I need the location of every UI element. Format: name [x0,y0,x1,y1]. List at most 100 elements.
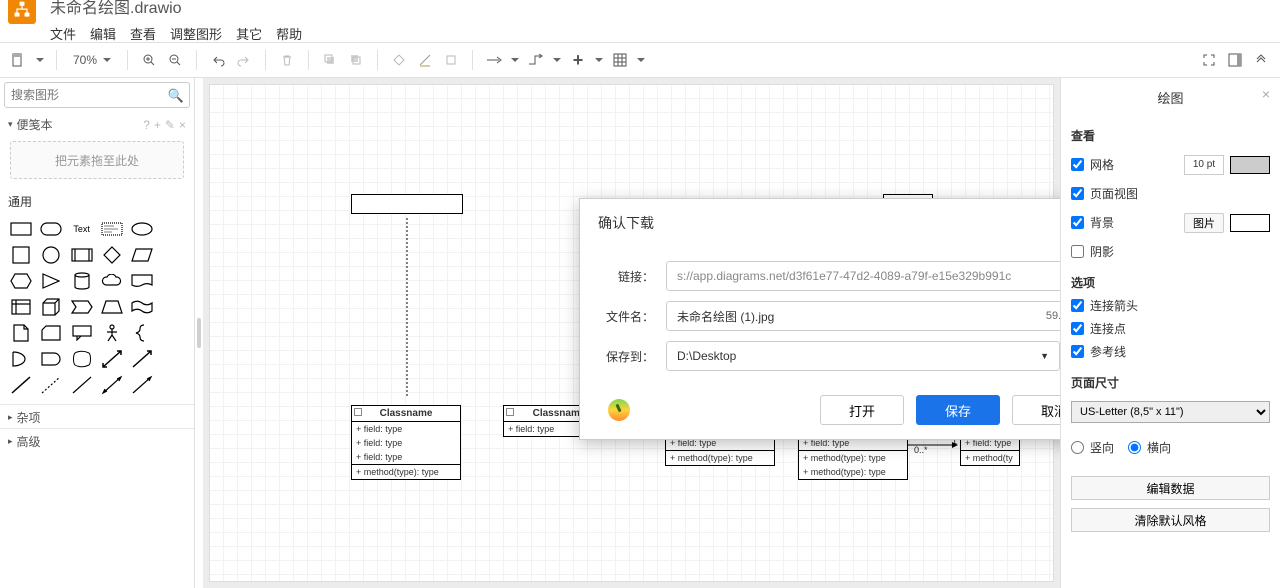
delete-icon[interactable] [278,51,296,69]
grid-color-swatch[interactable] [1230,156,1270,174]
line-color-icon[interactable] [416,51,434,69]
waypoint-icon[interactable] [527,51,545,69]
edit-data-button[interactable]: 编辑数据 [1071,476,1270,500]
shape-curly-brace[interactable] [129,322,155,344]
search-input[interactable] [4,82,190,108]
shape-parallelogram[interactable] [129,244,155,266]
zoom-dropdown[interactable] [103,58,111,62]
menu-file[interactable]: 文件 [50,24,76,43]
scratchpad-section[interactable]: ▾便笺本 ? + ✎ × [0,112,194,135]
menu-arrange[interactable]: 调整图形 [170,24,222,43]
shape-data-storage[interactable] [69,348,95,370]
zoom-in-icon[interactable] [140,51,158,69]
fill-color-icon[interactable] [390,51,408,69]
paper-size-select[interactable]: US-Letter (8,5" x 11") [1071,401,1270,423]
shape-actor[interactable] [99,322,125,344]
fullscreen-icon[interactable] [1200,51,1218,69]
conn-arrows-checkbox[interactable] [1071,299,1084,312]
guides-checkbox[interactable] [1071,345,1084,358]
to-front-icon[interactable] [321,51,339,69]
to-back-icon[interactable] [347,51,365,69]
menu-help[interactable]: 帮助 [276,24,302,43]
grid-size-input[interactable]: 10 pt [1184,155,1224,175]
shape-rect[interactable] [8,218,34,240]
undo-icon[interactable] [209,51,227,69]
zoom-out-icon[interactable] [166,51,184,69]
shape-note[interactable] [8,322,34,344]
shape-textbox[interactable] [99,218,125,240]
shape-diamond[interactable] [99,244,125,266]
uml-class-box[interactable]: Classname + field: type + field: type + … [351,405,461,480]
format-panel-icon[interactable] [1226,51,1244,69]
uml-class-box[interactable] [351,194,463,214]
shape-cylinder[interactable] [69,270,95,292]
shape-cube[interactable] [38,296,64,318]
shape-tape[interactable] [129,296,155,318]
shape-step[interactable] [69,296,95,318]
shape-round-rect[interactable] [38,218,64,240]
menu-edit[interactable]: 编辑 [90,24,116,43]
grid-checkbox[interactable] [1071,158,1084,171]
shape-document[interactable] [129,270,155,292]
shadow-checkbox[interactable] [1071,245,1084,258]
shape-card[interactable] [38,322,64,344]
sidebar-misc[interactable]: ▸杂项 [0,405,194,428]
shape-callout[interactable] [69,322,95,344]
shape-process[interactable] [69,244,95,266]
scratchpad-close-icon[interactable]: × [179,118,186,132]
waypoint-dropdown[interactable] [553,58,561,62]
shape-triangle[interactable] [38,270,64,292]
shape-arrow-thin[interactable] [129,374,155,396]
shape-circle[interactable] [38,244,64,266]
shape-or[interactable] [8,348,34,370]
menu-view[interactable]: 查看 [130,24,156,43]
shape-bidir-thin[interactable] [99,374,125,396]
collapse-icon[interactable] [1252,51,1270,69]
shape-and[interactable] [38,348,64,370]
sidebar-advanced[interactable]: ▸高级 [0,428,194,452]
shape-trapezoid[interactable] [99,296,125,318]
shape-ellipse[interactable] [129,218,155,240]
scratchpad-help-icon[interactable]: ? [143,118,150,132]
splitter[interactable] [195,78,203,588]
link-input[interactable]: s://app.diagrams.net/d3f61e77-47d2-4089-… [666,261,1060,291]
clear-style-button[interactable]: 清除默认风格 [1071,508,1270,532]
shape-cloud[interactable] [99,270,125,292]
filename-input[interactable]: 未命名绘图 (1).jpg 59.0 KB [666,301,1060,331]
open-button[interactable]: 打开 [820,395,904,425]
shape-hexagon[interactable] [8,270,34,292]
table-dropdown[interactable] [637,58,645,62]
portrait-radio[interactable] [1071,441,1084,454]
connection-dropdown[interactable] [511,58,519,62]
insert-icon[interactable]: + [569,51,587,69]
cancel-button[interactable]: 取消 [1012,395,1060,425]
conn-points-checkbox[interactable] [1071,322,1084,335]
scratchpad-edit-icon[interactable]: ✎ [165,118,175,132]
page-view-checkbox[interactable] [1071,187,1084,200]
shape-bidir-arrow[interactable] [99,348,125,370]
page-setup-dropdown[interactable] [36,58,44,62]
page-setup-icon[interactable] [10,51,28,69]
shape-arrow[interactable] [129,348,155,370]
shape-internal-storage[interactable] [8,296,34,318]
save-button[interactable]: 保存 [916,395,1000,425]
menu-extras[interactable]: 其它 [236,24,262,43]
background-checkbox[interactable] [1071,216,1084,229]
shadow-icon[interactable] [442,51,460,69]
saveto-select[interactable]: D:\Desktop ▼ [666,341,1060,371]
document-title[interactable]: 未命名绘图.drawio [50,0,302,18]
redo-icon[interactable] [235,51,253,69]
connection-icon[interactable] [485,51,503,69]
canvas[interactable]: Classname + field: type + field: type + … [203,78,1060,588]
zoom-value[interactable]: 70% [73,53,97,67]
shape-line2[interactable] [69,374,95,396]
shape-dashed-line[interactable] [38,374,64,396]
bg-color-swatch[interactable] [1230,214,1270,232]
search-icon[interactable]: 🔍 [168,88,184,104]
shape-line[interactable] [8,374,34,396]
shape-square[interactable] [8,244,34,266]
landscape-radio[interactable] [1128,441,1141,454]
shape-text[interactable]: Text [69,218,95,240]
scratchpad-add-icon[interactable]: + [154,118,161,132]
image-button[interactable]: 图片 [1184,213,1224,233]
